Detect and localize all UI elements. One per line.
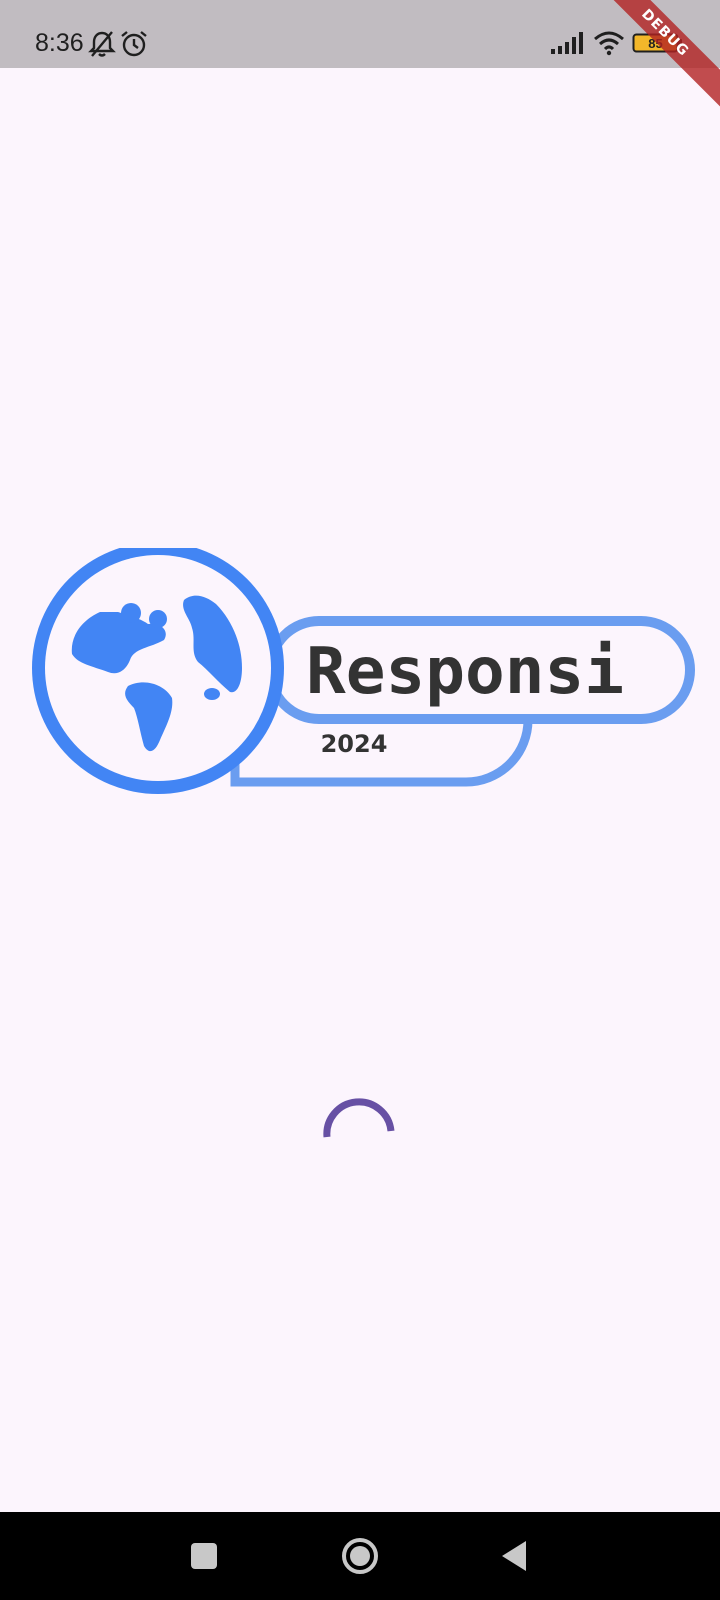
app-logo: Responsi 2024 bbox=[32, 548, 695, 794]
loading-spinner bbox=[323, 1098, 395, 1138]
home-button[interactable] bbox=[340, 1536, 380, 1576]
back-button[interactable] bbox=[500, 1540, 530, 1572]
navigation-bar bbox=[0, 1512, 720, 1600]
wifi-icon bbox=[594, 31, 624, 56]
recents-button[interactable] bbox=[190, 1542, 218, 1570]
status-bar: 8:36 85 DEBUG bbox=[0, 0, 720, 120]
debug-banner: DEBUG bbox=[578, 0, 720, 120]
signal-icon bbox=[551, 32, 583, 54]
status-time: 8:36 bbox=[35, 29, 84, 57]
bell-off-icon bbox=[88, 31, 116, 57]
logo-year: 2024 bbox=[321, 730, 388, 758]
alarm-icon bbox=[121, 31, 147, 57]
logo-title: Responsi bbox=[306, 635, 624, 709]
